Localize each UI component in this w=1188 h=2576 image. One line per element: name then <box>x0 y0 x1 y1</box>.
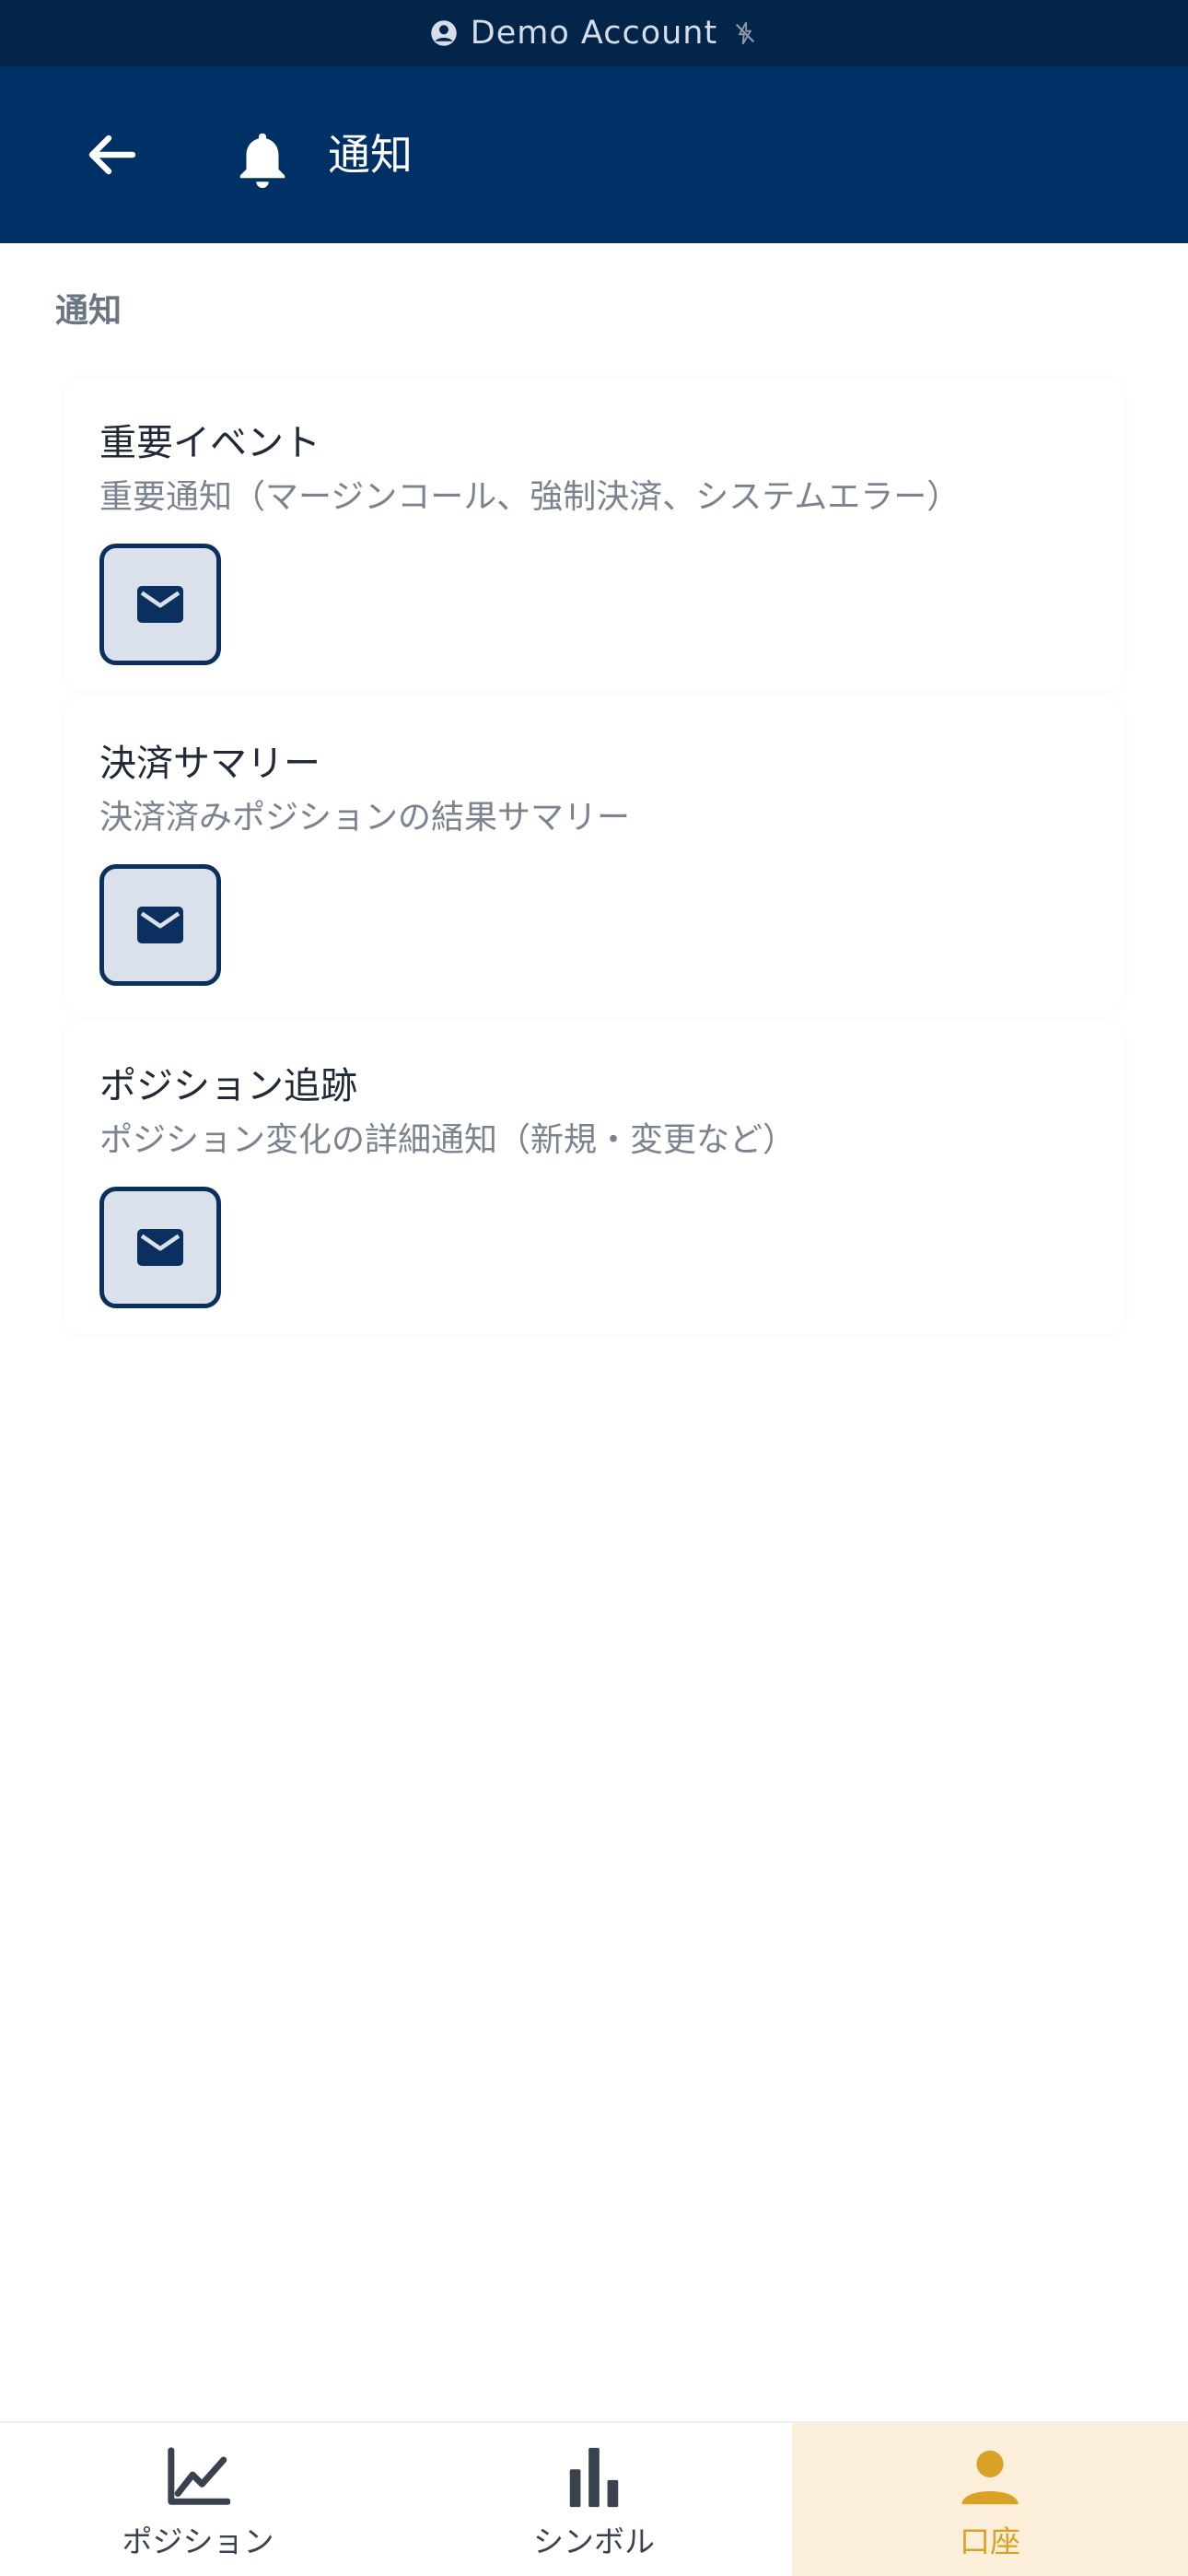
nav-label: ポジション <box>122 2523 274 2559</box>
card-title: 重要イベント <box>99 422 320 464</box>
notification-card-position-tracking: ポジション追跡 ポジション変化の詳細通知（新規・変更など） <box>64 1021 1124 1334</box>
email-toggle-button[interactable] <box>99 1187 221 1308</box>
mail-icon <box>137 1229 183 1266</box>
nav-label: 口座 <box>960 2523 1020 2559</box>
account-circle-icon <box>431 20 457 46</box>
email-toggle-button[interactable] <box>99 864 221 986</box>
person-icon <box>961 2450 1019 2505</box>
mail-icon <box>137 907 183 943</box>
card-title: 決済サマリー <box>99 743 320 785</box>
nav-item-account[interactable]: 口座 <box>792 2423 1188 2576</box>
card-description: 重要通知（マージンコール、強制決済、システムエラー） <box>99 478 961 516</box>
section-label: 通知 <box>55 292 122 330</box>
notification-settings-screen: Demo Account 通知 通知 重要イベント 重要通知（マージンコール、強… <box>0 0 1188 2576</box>
account-label: Demo Account <box>470 15 718 52</box>
nav-label: シンボル <box>533 2523 655 2559</box>
card-description: ポジション変化の詳細通知（新規・変更など） <box>99 1121 797 1159</box>
bottom-navigation: ポジション シンボル 口座 <box>0 2421 1188 2576</box>
arrow-left-icon <box>88 135 136 175</box>
page-title: 通知 <box>328 130 413 180</box>
offline-bolt-icon <box>736 21 755 45</box>
line-chart-icon <box>168 2447 230 2505</box>
card-title: ポジション追跡 <box>99 1065 357 1107</box>
account-banner: Demo Account <box>0 0 1188 66</box>
card-description: 決済済みポジションの結果サマリー <box>99 799 631 837</box>
mail-icon <box>137 586 183 623</box>
nav-item-positions[interactable]: ポジション <box>0 2423 396 2576</box>
nav-item-symbols[interactable]: シンボル <box>396 2423 792 2576</box>
notification-card-settlement-summary: 決済サマリー 決済済みポジションの結果サマリー <box>64 698 1124 1012</box>
back-button[interactable] <box>77 122 144 188</box>
bell-icon <box>239 133 285 188</box>
email-toggle-button[interactable] <box>99 544 221 665</box>
bar-chart-icon <box>569 2447 619 2508</box>
notification-card-important-events: 重要イベント 重要通知（マージンコール、強制決済、システムエラー） <box>64 378 1124 691</box>
app-bar: 通知 <box>0 66 1188 243</box>
